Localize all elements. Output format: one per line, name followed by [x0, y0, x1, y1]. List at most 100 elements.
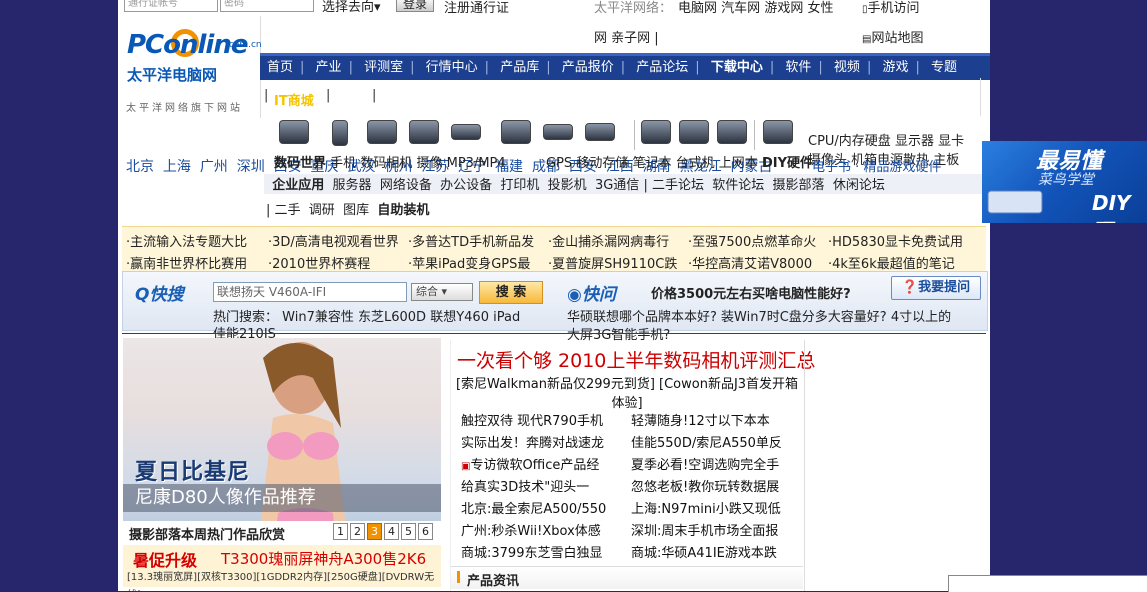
diy-links-1[interactable]: CPU/内存硬盘 显示器 显卡 [808, 130, 964, 149]
category-link[interactable]: 自助装机 [377, 203, 429, 218]
ticker-link[interactable]: ·华控高清艾诺V8000 [688, 253, 812, 272]
itmall-link[interactable]: IT商城 [274, 90, 314, 109]
mp3-player-icon[interactable] [450, 120, 482, 148]
search-type-select[interactable]: 综合 ▾ [411, 283, 473, 301]
category-link[interactable]: 数码相机 [360, 156, 412, 171]
news-item[interactable]: 商城:华硕A41IE游戏本跌 [631, 542, 777, 561]
news-item[interactable]: 给真实3D技术"迎头一 [461, 476, 589, 495]
ask-question-link[interactable]: 价格3500元左右买啥电脑性能好? [651, 283, 851, 302]
nav-item[interactable]: 视频 [827, 60, 867, 75]
laptop-icon[interactable] [640, 120, 672, 148]
nav-item[interactable]: 产品报价 [555, 60, 621, 75]
pager-button-active[interactable]: 3 [367, 523, 382, 540]
category-link[interactable]: 投影机 [548, 178, 587, 193]
category-link[interactable]: 软件论坛 [712, 178, 764, 193]
extra-links[interactable]: 电子书 · 精品游戏硬件 [812, 156, 941, 175]
destination-select[interactable]: 选择去向▾ [322, 0, 381, 15]
pager-button[interactable]: 2 [350, 523, 365, 540]
storage-icon[interactable] [542, 120, 574, 148]
sitemap-link[interactable]: ▤网站地图 [862, 27, 923, 46]
category-link[interactable]: DIY硬件 [762, 156, 813, 171]
category-link[interactable]: 台式机 [676, 156, 715, 171]
news-subhead[interactable]: [索尼Walkman新品仅299元到货] [Cowon新品J3首发开箱体验] [455, 375, 799, 413]
category-link[interactable]: 摄影部落 [773, 178, 825, 193]
category-link[interactable]: 二手 [275, 203, 301, 218]
category-link[interactable]: 上网本 [719, 156, 758, 171]
category-link[interactable]: 数码世界 [274, 156, 326, 171]
ticker-link[interactable]: ·苹果iPad变身GPS最 [408, 253, 530, 272]
ask-links[interactable]: 华硕联想哪个品牌本本好? 装Win7时C盘分多大容量好? 4寸以上的 [567, 306, 951, 325]
news-headline[interactable]: 一次看个够 2010上半年数码相机评测汇总 [457, 346, 815, 373]
news-item[interactable]: 北京:最全索尼A500/550 [461, 498, 606, 517]
ticker-link[interactable]: ·4k至6k最超值的笔记 [828, 253, 955, 272]
category-link[interactable]: 摄像 [416, 156, 442, 171]
category-link[interactable]: 笔记本 [632, 156, 671, 171]
news-item[interactable]: 轻薄随身!12寸以下本本 [631, 410, 770, 429]
category-link[interactable]: 调研 [309, 203, 335, 218]
nav-item[interactable]: 行情中心 [419, 60, 485, 75]
ticker-link[interactable]: ·至强7500点燃革命火 [688, 231, 816, 250]
nav-item[interactable]: 专题 [924, 60, 964, 75]
news-item[interactable]: 夏季必看!空调选购完全手 [631, 454, 779, 473]
search-input[interactable]: 联想扬天 V460A-IFI [213, 282, 407, 302]
category-link[interactable]: 网络设备 [380, 178, 432, 193]
pager-button[interactable]: 5 [401, 523, 416, 540]
pager-button[interactable]: 1 [333, 523, 348, 540]
camera-icon[interactable] [366, 120, 398, 148]
city-link[interactable]: 上海 [163, 159, 191, 175]
ask-question-button[interactable]: ❓我要提问 [891, 276, 981, 300]
search-button[interactable]: 搜 索 [479, 281, 543, 304]
category-link[interactable]: 企业应用 [272, 178, 324, 193]
city-link[interactable]: 广州 [200, 159, 228, 175]
category-link[interactable]: 二手论坛 [652, 178, 704, 193]
category-link[interactable]: 打印机 [500, 178, 539, 193]
network-site-link[interactable]: 电脑网 [678, 1, 717, 16]
camcorder-icon[interactable] [408, 120, 440, 148]
nav-item[interactable]: 游戏 [875, 60, 915, 75]
hot-search-link[interactable]: Win7兼容性 [282, 310, 354, 325]
category-link[interactable]: 3G通信 [595, 178, 639, 193]
news-item[interactable]: ▣专访微软Office产品经 [461, 454, 599, 473]
gps-icon[interactable] [500, 120, 532, 148]
ticker-link[interactable]: ·夏普旋屏SH9110C跌 [548, 253, 677, 272]
hot-search-link[interactable]: iPad [493, 310, 520, 325]
nav-item[interactable]: 产业 [309, 60, 349, 75]
network-site-link[interactable]: 游戏网 [764, 1, 803, 16]
ticker-link[interactable]: ·赢南非世界杯比赛用 [126, 253, 247, 272]
city-link[interactable]: 深圳 [237, 159, 265, 175]
netbook-icon[interactable] [716, 120, 748, 148]
nav-item[interactable]: 产品库 [493, 60, 546, 75]
hot-search-link[interactable]: 东芝L600D [358, 310, 426, 325]
category-link[interactable]: 移动存储 [576, 156, 628, 171]
nav-item[interactable]: 软件 [778, 60, 818, 75]
promo-ad-detail[interactable]: [13.3瑰丽宽屏][双核T3300][1GDDR2内存][250G硬盘][DV… [123, 569, 441, 591]
bottom-right-widget[interactable] [948, 575, 1147, 592]
mobile-access-link[interactable]: ▯手机访问 [862, 0, 920, 16]
city-link[interactable]: 北京 [126, 159, 154, 175]
nav-item[interactable]: 首页 [260, 60, 300, 75]
ticker-link[interactable]: ·2010世界杯赛程 [268, 253, 370, 272]
diy-hardware-icon[interactable] [762, 120, 794, 148]
news-item[interactable]: 忽悠老板!教你玩转数据展 [631, 476, 779, 495]
nav-item[interactable]: 评测室 [357, 60, 410, 75]
category-link[interactable]: GPS [546, 156, 572, 171]
news-item[interactable]: 广州:秒杀Wii!Xbox体感 [461, 520, 601, 539]
ticker-link[interactable]: ·主流输入法专题大比 [126, 231, 247, 250]
category-link[interactable]: MP3/MP4 [447, 156, 506, 171]
news-item[interactable]: 佳能550D/索尼A550单反 [631, 432, 782, 451]
pager-button[interactable]: 6 [418, 523, 433, 540]
network-site-link[interactable]: 汽车网 [721, 1, 760, 16]
register-link[interactable]: 注册通行证 [444, 0, 509, 16]
login-button[interactable]: 登录 [396, 0, 435, 12]
category-link[interactable]: 休闲论坛 [833, 178, 885, 193]
category-link[interactable]: 图库 [343, 203, 369, 218]
nav-item[interactable]: 产品论坛 [629, 60, 695, 75]
news-item[interactable]: 上海:N97mini小跌又现低 [631, 498, 781, 517]
category-link[interactable]: 服务器 [333, 178, 372, 193]
news-item[interactable]: 深圳:周末手机市场全面报 [631, 520, 778, 539]
digital-world-icon[interactable] [278, 120, 310, 148]
hot-search-link[interactable]: 联想Y460 [430, 310, 489, 325]
ticker-link[interactable]: ·HD5830显卡免费试用 [828, 231, 963, 250]
pager-button[interactable]: 4 [384, 523, 399, 540]
promo-ad[interactable]: 暑促升级 T3300瑰丽屏神舟A300售2K6 [123, 545, 441, 570]
